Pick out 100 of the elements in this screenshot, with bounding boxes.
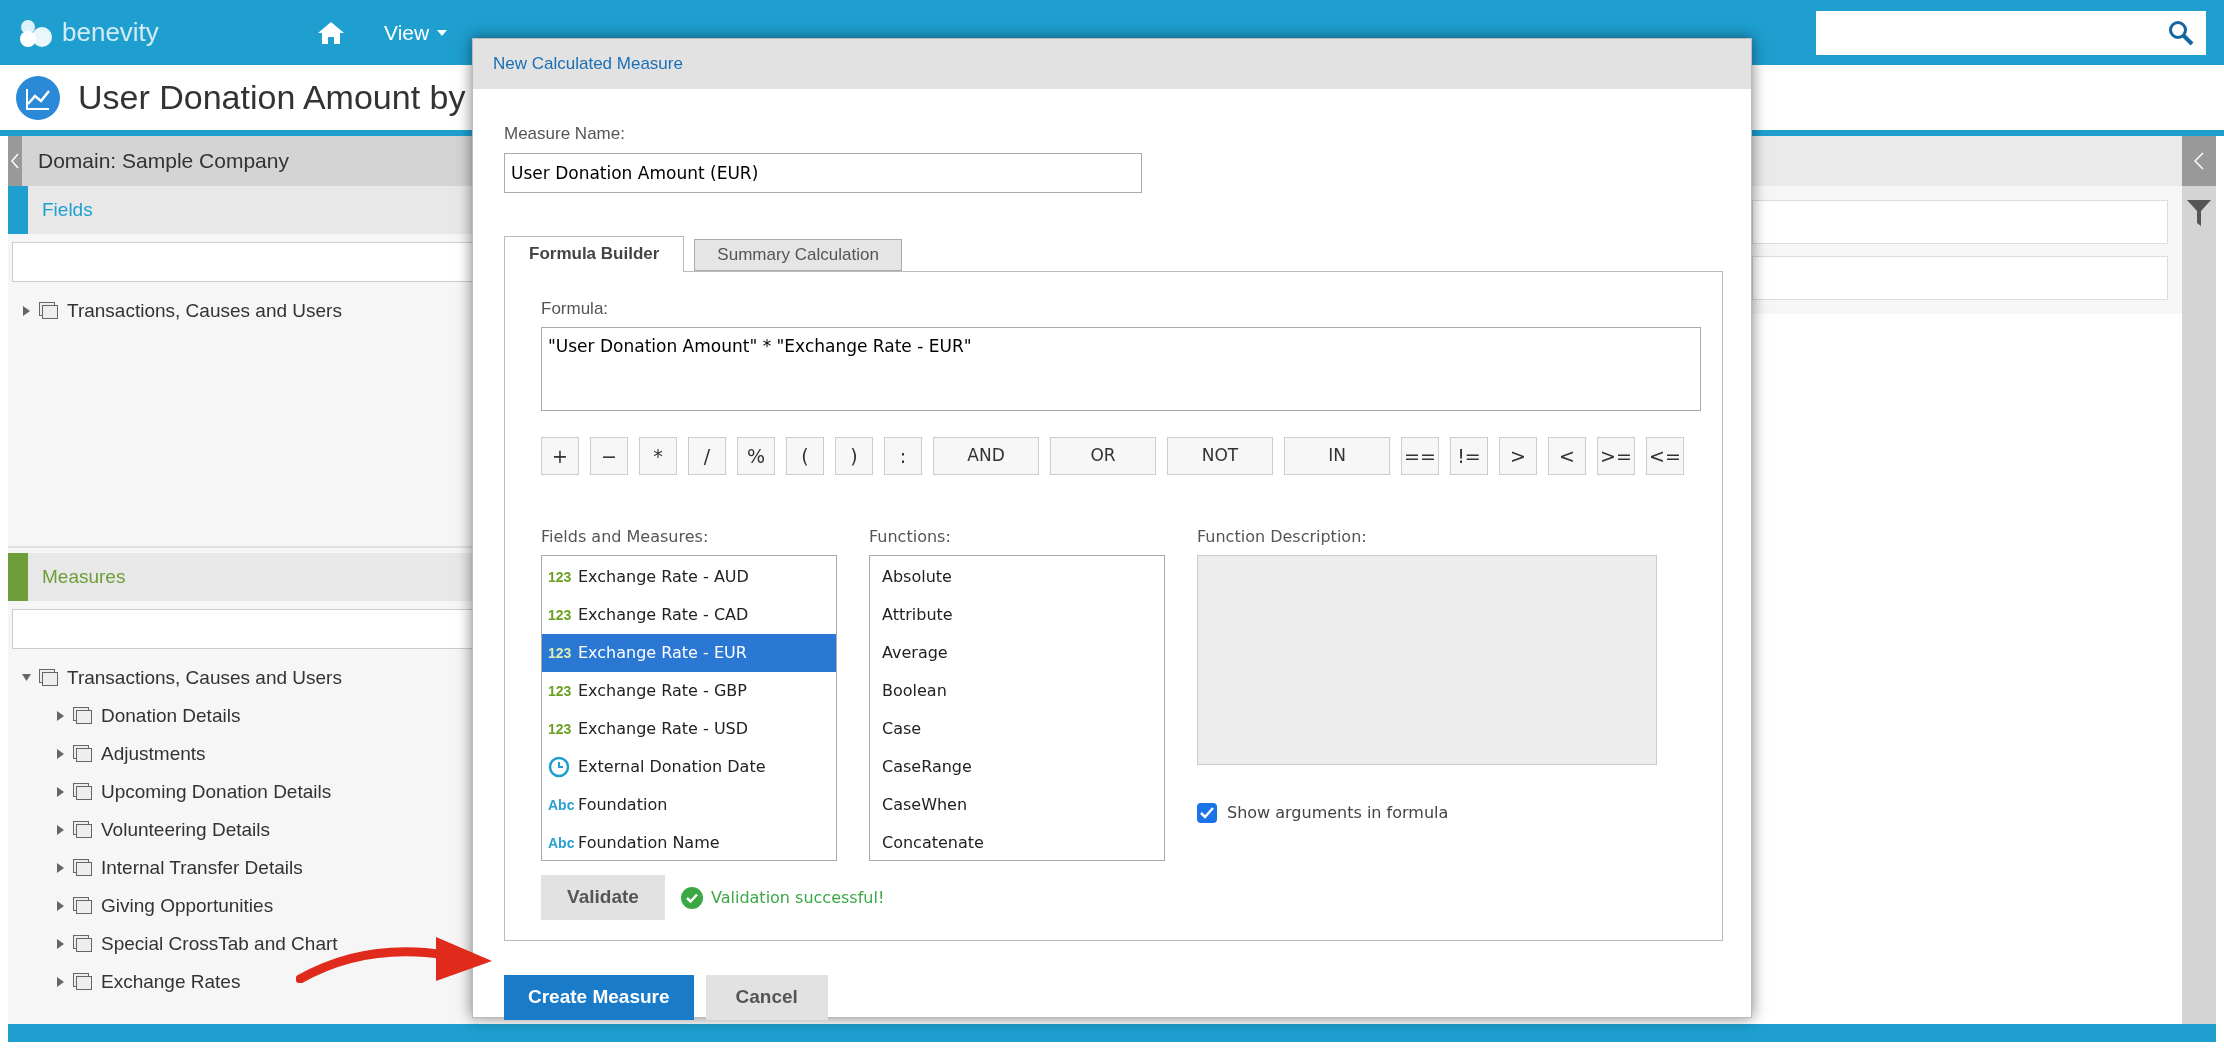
tree-item[interactable]: Donation Details xyxy=(101,701,241,731)
operator-button[interactable]: * xyxy=(639,437,677,475)
tree-item[interactable]: Internal Transfer Details xyxy=(101,853,303,883)
clock-icon xyxy=(548,756,570,778)
list-item[interactable]: Abc Foundation xyxy=(542,786,836,824)
number-type-icon: 123 xyxy=(548,566,574,588)
number-type-icon: 123 xyxy=(548,642,574,664)
tree-item[interactable]: Exchange Rates xyxy=(101,967,241,997)
collapsed-triangle-icon[interactable] xyxy=(56,863,65,873)
operator-button[interactable]: % xyxy=(737,437,775,475)
home-icon[interactable] xyxy=(318,21,344,44)
collapsed-triangle-icon[interactable] xyxy=(22,306,31,316)
item-label: Foundation Name xyxy=(578,832,720,854)
operator-button[interactable]: / xyxy=(688,437,726,475)
list-item[interactable]: External Donation Date xyxy=(542,748,836,786)
operator-button[interactable]: + xyxy=(541,437,579,475)
formula-field[interactable]: "User Donation Amount" * "Exchange Rate - EUR" xyxy=(541,327,1701,411)
column-label: Fields and Measures: xyxy=(541,526,710,548)
create-button[interactable]: Create Measure xyxy=(504,974,694,1020)
operator-button[interactable]: >= xyxy=(1597,437,1635,475)
item-label: Exchange Rate - GBP xyxy=(578,680,747,702)
search-field[interactable] xyxy=(12,242,474,282)
folder-icon xyxy=(73,745,93,763)
collapsed-triangle-icon[interactable] xyxy=(56,901,65,911)
list-item[interactable]: CaseWhen xyxy=(870,786,1164,824)
search-field[interactable] xyxy=(12,609,474,649)
item-label: Exchange Rate - USD xyxy=(578,718,749,740)
tree-item[interactable]: Volunteering Details xyxy=(101,815,270,845)
collapsed-triangle-icon[interactable] xyxy=(56,711,65,721)
operator-button[interactable]: OR xyxy=(1050,437,1156,475)
list-item[interactable]: Case xyxy=(870,710,1164,748)
tree-item[interactable]: Adjustments xyxy=(101,739,206,769)
operator-button[interactable]: IN xyxy=(1284,437,1390,475)
number-type-icon: 123 xyxy=(548,604,574,626)
operator-button[interactable]: − xyxy=(590,437,628,475)
text-type-icon: Abc xyxy=(548,794,574,816)
measure-name-field[interactable]: User Donation Amount (EUR) xyxy=(504,152,1142,193)
collapse-button[interactable] xyxy=(8,136,22,186)
list-item[interactable]: Concatenate xyxy=(870,824,1164,860)
filter-field[interactable] xyxy=(1752,200,2168,244)
operator-button[interactable]: != xyxy=(1450,437,1488,475)
column-label: Function Description: xyxy=(1197,526,1368,548)
item-label: Exchange Rate - CAD xyxy=(578,604,749,626)
list-item[interactable]: 123 Exchange Rate - EUR xyxy=(542,634,836,672)
field-label: Measure Name: xyxy=(504,123,626,145)
validate-button[interactable]: Validate xyxy=(541,875,665,920)
list-item[interactable]: Boolean xyxy=(870,672,1164,710)
operator-button[interactable]: < xyxy=(1548,437,1586,475)
list-item[interactable]: Average xyxy=(870,634,1164,672)
checkbox-label: Show arguments in formula xyxy=(1227,802,1449,824)
dialog-title: New Calculated Measure xyxy=(493,53,683,76)
list-item[interactable]: Absolute xyxy=(870,558,1164,596)
section-accent xyxy=(8,186,28,234)
expanded-triangle-icon[interactable] xyxy=(22,673,31,683)
folder-icon xyxy=(73,973,93,991)
cancel-button[interactable]: Cancel xyxy=(705,974,828,1020)
checkmark-icon xyxy=(1200,807,1214,819)
column-label: Functions: xyxy=(869,526,952,548)
text-type-icon: Abc xyxy=(548,832,574,854)
list-item[interactable]: 123 Exchange Rate - CAD xyxy=(542,596,836,634)
collapsed-triangle-icon[interactable] xyxy=(56,787,65,797)
list-item[interactable]: 123 Exchange Rate - USD xyxy=(542,710,836,748)
tab[interactable]: Summary Calculation xyxy=(694,238,902,271)
collapsed-triangle-icon[interactable] xyxy=(56,825,65,835)
search-icon[interactable] xyxy=(2168,19,2194,46)
caret-icon xyxy=(437,29,448,36)
tree-item[interactable]: Transactions, Causes and Users xyxy=(67,663,342,693)
item-label: Exchange Rate - AUD xyxy=(578,566,749,588)
operator-button[interactable]: > xyxy=(1499,437,1537,475)
collapsed-triangle-icon[interactable] xyxy=(56,977,65,987)
list-item[interactable]: 123 Exchange Rate - GBP xyxy=(542,672,836,710)
collapsed-triangle-icon[interactable] xyxy=(56,749,65,759)
logo-text: benevity xyxy=(62,16,159,49)
filter-field[interactable] xyxy=(1752,256,2168,300)
operator-button[interactable]: : xyxy=(884,437,922,475)
filter-icon[interactable] xyxy=(2187,200,2211,226)
folder-icon xyxy=(39,302,59,320)
operator-button[interactable]: AND xyxy=(933,437,1039,475)
operator-button[interactable]: == xyxy=(1401,437,1439,475)
tree-item[interactable]: Upcoming Donation Details xyxy=(101,777,332,807)
collapsed-triangle-icon[interactable] xyxy=(56,939,65,949)
checkbox[interactable] xyxy=(1197,803,1217,823)
tree-item[interactable]: Giving Opportunities xyxy=(101,891,274,921)
folder-icon xyxy=(73,783,93,801)
item-label: Foundation xyxy=(578,794,668,816)
validation-message: Validation successful! xyxy=(711,886,885,909)
operator-button[interactable]: ( xyxy=(786,437,824,475)
operator-button[interactable]: NOT xyxy=(1167,437,1273,475)
operator-button[interactable]: ) xyxy=(835,437,873,475)
list-item[interactable]: 123 Exchange Rate - AUD xyxy=(542,558,836,596)
list-item[interactable]: CaseRange xyxy=(870,748,1164,786)
list-item[interactable]: Attribute xyxy=(870,596,1164,634)
chevron-left-icon xyxy=(11,153,19,169)
tab[interactable]: Formula Builder xyxy=(504,235,685,272)
list-item[interactable]: Abc Foundation Name xyxy=(542,824,836,860)
tree-item[interactable]: Special CrossTab and Chart xyxy=(101,929,338,959)
operator-button[interactable]: <= xyxy=(1646,437,1684,475)
tree-item[interactable]: Transactions, Causes and Users xyxy=(67,296,342,326)
folder-icon xyxy=(73,707,93,725)
section-title: Measures xyxy=(42,564,126,589)
